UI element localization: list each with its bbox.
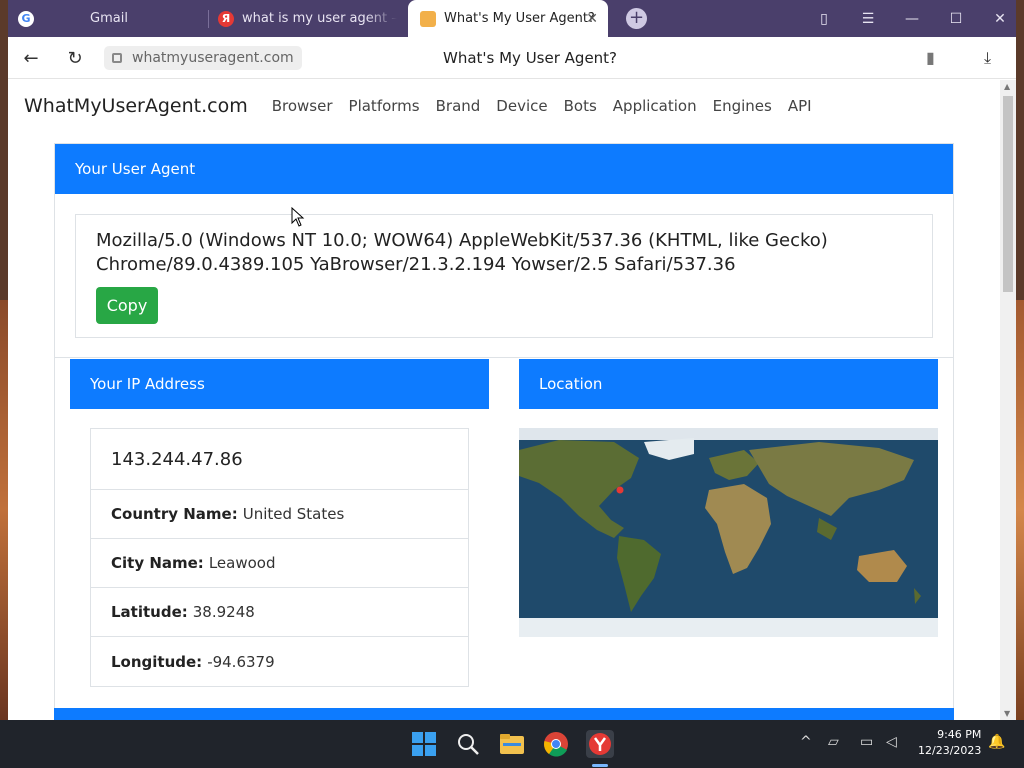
url-text: whatmyuseragent.com	[132, 50, 294, 66]
chrome-icon[interactable]	[542, 730, 570, 758]
ip-address-value: 143.244.47.86	[91, 429, 468, 490]
tab-label: Gmail	[90, 11, 128, 26]
scrollbar-thumb[interactable]	[1003, 96, 1013, 292]
ip-address-header: Your IP Address	[70, 359, 489, 409]
site-favicon-icon	[420, 10, 436, 27]
menu-icon[interactable]: ☰	[846, 0, 890, 37]
tab-label: what is my user agent — Я	[242, 11, 397, 26]
desktop-wallpaper-right	[1016, 300, 1024, 720]
tray-overflow-icon[interactable]: ^	[800, 734, 812, 750]
notification-bell-icon[interactable]: 🔔	[988, 734, 1005, 750]
clock-time: 9:46 PM	[937, 728, 982, 741]
windows-start-icon[interactable]	[410, 730, 438, 758]
latitude-label: Latitude:	[111, 603, 188, 621]
nav-engines[interactable]: Engines	[713, 97, 772, 115]
location-header: Location	[519, 359, 938, 409]
page-title: What's My User Agent?	[443, 49, 618, 67]
mouse-cursor-icon	[291, 206, 305, 231]
next-card-header	[54, 708, 954, 720]
user-agent-card: Your User Agent Mozilla/5.0 (Windows NT …	[54, 143, 954, 358]
yandex-browser-icon[interactable]	[586, 730, 614, 758]
city-value: Leawood	[208, 554, 276, 572]
address-bar: ← ↻ whatmyuseragent.com What's My User A…	[8, 37, 1016, 79]
back-icon[interactable]: ←	[18, 45, 44, 71]
nav-platforms[interactable]: Platforms	[349, 97, 420, 115]
country-label: Country Name:	[111, 505, 238, 523]
clock-date: 12/23/2023	[918, 744, 982, 757]
country-row: Country Name: United States	[91, 490, 468, 539]
display-icon[interactable]: ▭	[860, 734, 873, 750]
tab-bar: G Gmail Я what is my user agent — Я What…	[8, 0, 1016, 37]
world-map[interactable]	[519, 428, 938, 637]
bookmark-icon[interactable]: ▮	[926, 48, 935, 67]
bookmarks-panel-icon[interactable]: ▯	[802, 0, 846, 37]
user-agent-line-2: Chrome/89.0.4389.105 YaBrowser/21.3.2.19…	[96, 254, 736, 275]
reload-icon[interactable]: ↻	[62, 45, 88, 71]
page-content: WhatMyUserAgent.com Browser Platforms Br…	[8, 80, 1000, 720]
latitude-value: 38.9248	[192, 603, 255, 621]
site-navbar: WhatMyUserAgent.com Browser Platforms Br…	[24, 80, 828, 132]
longitude-label: Longitude:	[111, 652, 203, 671]
longitude-row: Longitude: -94.6379	[91, 637, 468, 686]
google-icon: G	[18, 10, 34, 27]
close-window-icon[interactable]: ✕	[978, 0, 1016, 37]
file-explorer-icon[interactable]	[498, 730, 526, 758]
scroll-up-icon[interactable]: ▲	[1004, 82, 1010, 91]
maximize-icon[interactable]: ☐	[934, 0, 978, 37]
new-tab-button[interactable]: +	[626, 8, 647, 29]
taskbar: ^ ▱ ▭ ◁ 9:46 PM 12/23/2023 🔔	[0, 720, 1024, 768]
active-app-indicator	[592, 764, 608, 767]
user-agent-line-1: Mozilla/5.0 (Windows NT 10.0; WOW64) App…	[96, 230, 828, 251]
site-brand[interactable]: WhatMyUserAgent.com	[24, 95, 248, 117]
nav-device[interactable]: Device	[496, 97, 547, 115]
city-row: City Name: Leawood	[91, 539, 468, 588]
user-agent-box: Mozilla/5.0 (Windows NT 10.0; WOW64) App…	[75, 214, 933, 338]
nav-browser[interactable]: Browser	[272, 97, 333, 115]
page-scrollbar[interactable]: ▲ ▼	[1000, 80, 1016, 720]
user-agent-header: Your User Agent	[55, 144, 953, 194]
latitude-row: Latitude: 38.9248	[91, 588, 468, 637]
volume-muted-icon[interactable]: ◁	[886, 734, 897, 750]
country-value: United States	[242, 505, 345, 523]
nav-api[interactable]: API	[788, 97, 812, 115]
tab-gmail[interactable]: G Gmail	[18, 0, 208, 37]
ip-details-list: 143.244.47.86 Country Name: United State…	[90, 428, 469, 687]
desktop-wallpaper-left	[0, 300, 8, 720]
download-icon[interactable]: ⤓	[984, 48, 991, 68]
copy-button[interactable]: Copy	[96, 287, 158, 324]
system-clock[interactable]: 9:46 PM 12/23/2023	[918, 727, 981, 759]
longitude-value: -94.6379	[207, 652, 275, 671]
nav-application[interactable]: Application	[613, 97, 697, 115]
minimize-icon[interactable]: —	[890, 0, 934, 37]
scroll-down-icon[interactable]: ▼	[1004, 709, 1010, 718]
network-icon[interactable]: ▱	[828, 734, 839, 750]
tab-active[interactable]: What's My User Agent? ✕	[408, 0, 608, 37]
browser-window: G Gmail Я what is my user agent — Я What…	[8, 0, 1016, 720]
lock-icon	[112, 53, 122, 63]
city-label: City Name:	[111, 554, 204, 572]
url-field[interactable]: whatmyuseragent.com	[104, 46, 302, 70]
nav-brand[interactable]: Brand	[436, 97, 481, 115]
search-icon[interactable]	[454, 730, 482, 758]
nav-bots[interactable]: Bots	[564, 97, 597, 115]
tab-yandex-search[interactable]: Я what is my user agent — Я	[218, 0, 408, 37]
tab-label: What's My User Agent?	[444, 11, 595, 26]
tab-separator	[208, 10, 209, 28]
close-tab-icon[interactable]: ✕	[586, 11, 598, 27]
yandex-icon: Я	[218, 10, 234, 27]
